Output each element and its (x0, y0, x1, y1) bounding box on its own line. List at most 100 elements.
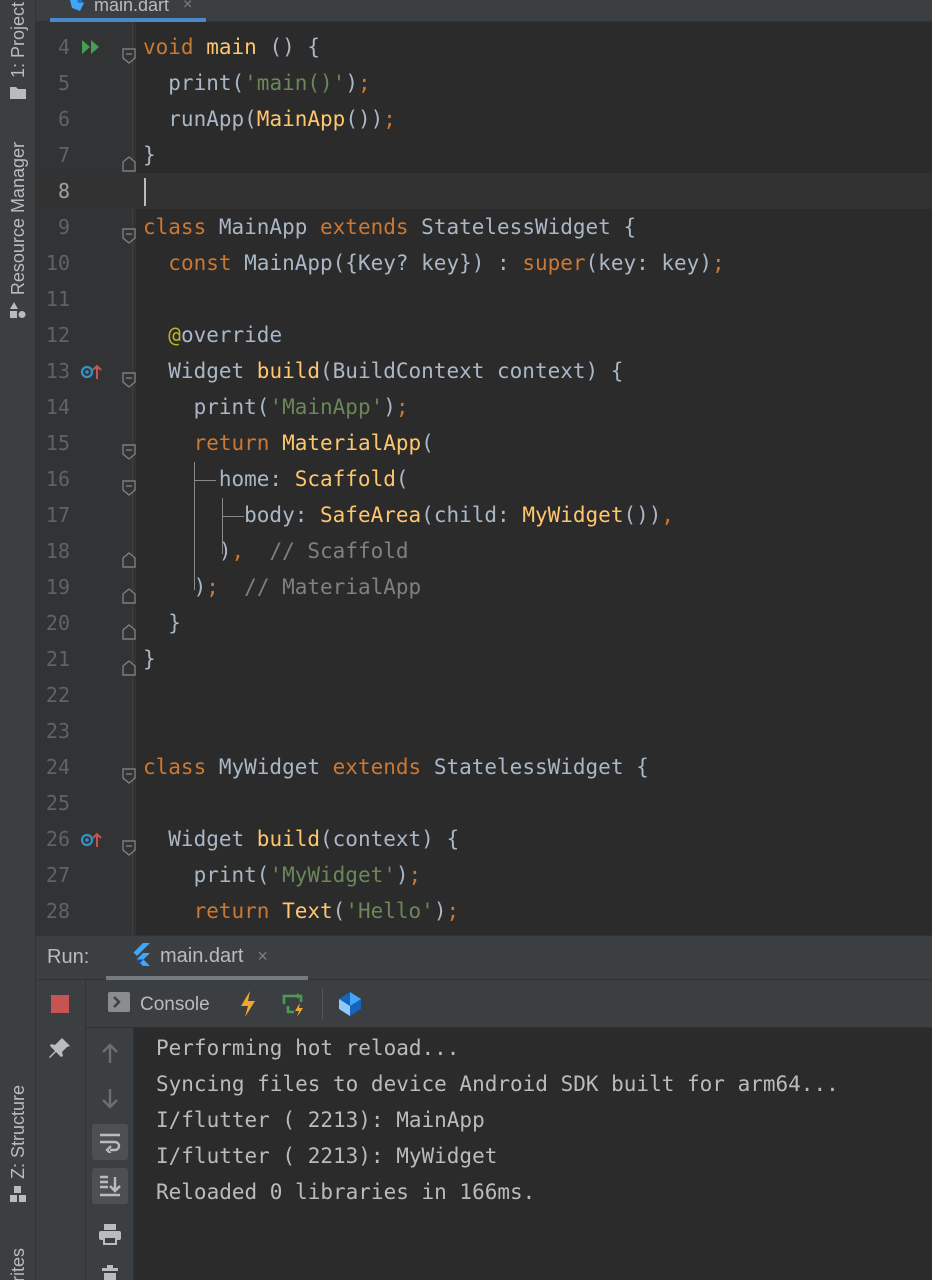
override-gutter-icon[interactable] (80, 353, 102, 389)
code-line[interactable]: 23 (36, 713, 932, 749)
favorites-tool-tab[interactable]: Favorites (0, 1248, 36, 1280)
line-number: 24 (45, 755, 70, 779)
line-number: 15 (45, 431, 70, 455)
print-icon[interactable] (92, 1216, 128, 1252)
pin-icon[interactable] (48, 1036, 72, 1065)
project-tab-label: 1: Project (7, 1, 28, 78)
fold-end-icon[interactable] (122, 651, 136, 676)
soft-wrap-icon[interactable] (92, 1124, 128, 1160)
fold-end-icon[interactable] (122, 579, 136, 604)
text-caret (144, 178, 146, 206)
line-number: 13 (45, 359, 70, 383)
stop-icon[interactable] (51, 995, 69, 1018)
run-tab-main-dart[interactable]: main.dart × (106, 936, 308, 980)
code-line[interactable]: 13 Widget build(BuildContext context) { (36, 353, 932, 389)
code-text: Widget build(context) { (143, 827, 460, 851)
override-gutter-icon[interactable] (80, 821, 102, 857)
close-icon[interactable]: × (183, 0, 192, 14)
console-output[interactable]: Performing hot reload... Syncing files to… (135, 1028, 932, 1280)
fold-collapse-icon[interactable] (122, 471, 136, 496)
line-number: 17 (45, 503, 70, 527)
code-line[interactable]: 19 ); // MaterialApp (36, 569, 932, 605)
scroll-to-end-icon[interactable] (92, 1168, 128, 1204)
tree-guide (194, 462, 195, 590)
fold-collapse-icon[interactable] (122, 831, 136, 856)
fold-collapse-icon[interactable] (122, 759, 136, 784)
resource-manager-tool-tab[interactable]: Resource Manager (0, 142, 36, 324)
structure-label: Z: Structure (7, 1085, 28, 1180)
code-line[interactable]: 10 const MainApp({Key? key}) : super(key… (36, 245, 932, 281)
line-number: 22 (45, 683, 70, 707)
hot-reload-icon[interactable] (234, 990, 262, 1018)
code-line[interactable]: 5 print('main()'); (36, 65, 932, 101)
code-line[interactable]: 20 } (36, 605, 932, 641)
code-line[interactable]: 26 Widget build(context) { (36, 821, 932, 857)
structure-tool-tab[interactable]: Z: Structure (0, 1085, 36, 1208)
console-line: Performing hot reload... (156, 1036, 460, 1060)
code-line[interactable]: 12 @override (36, 317, 932, 353)
code-text: return Text('Hello'); (193, 899, 460, 923)
code-line[interactable]: 16 home: Scaffold( (36, 461, 932, 497)
console-line: Reloaded 0 libraries in 166ms. (156, 1180, 536, 1204)
run-gutter-icon[interactable] (80, 29, 102, 65)
tree-guide (222, 516, 244, 517)
code-line[interactable]: 22 (36, 677, 932, 713)
code-text: void main () { (143, 35, 321, 59)
code-line[interactable]: 27 print('MyWidget'); (36, 857, 932, 893)
fold-end-icon[interactable] (122, 543, 136, 568)
code-line[interactable]: 18 ), // Scaffold (36, 533, 932, 569)
editor-tab-bar: main.dart × (36, 0, 932, 22)
line-number: 9 (57, 215, 70, 239)
code-text: print('MainApp'); (143, 395, 409, 419)
fold-end-icon[interactable] (122, 147, 136, 172)
code-line[interactable]: 8 (36, 173, 932, 209)
dart-devtools-icon[interactable] (336, 990, 364, 1018)
line-number: 14 (45, 395, 70, 419)
close-icon[interactable]: × (257, 946, 268, 967)
code-text: ), // Scaffold (143, 539, 409, 563)
code-line[interactable]: 7} (36, 137, 932, 173)
run-tab-label: main.dart (160, 944, 244, 967)
code-line[interactable]: 24 class MyWidget extends StatelessWidget… (36, 749, 932, 785)
code-text: return MaterialApp( (193, 431, 434, 455)
code-text: @override (168, 323, 283, 347)
code-line[interactable]: 15 return MaterialApp( (36, 425, 932, 461)
line-number: 25 (45, 791, 70, 815)
hot-restart-icon[interactable] (280, 990, 308, 1018)
code-line[interactable]: 17 body: SafeArea(child: MyWidget()), (36, 497, 932, 533)
folder-icon (9, 84, 27, 105)
line-number: 6 (57, 107, 70, 131)
fold-collapse-icon[interactable] (122, 219, 136, 244)
code-line[interactable]: 14 print('MainApp'); (36, 389, 932, 425)
code-line[interactable]: 21} (36, 641, 932, 677)
code-line[interactable]: 28 return Text('Hello'); (36, 893, 932, 929)
line-number: 7 (57, 143, 70, 167)
code-text: class MainApp extends StatelessWidget { (143, 215, 637, 239)
tree-guide (222, 498, 223, 554)
fold-collapse-icon[interactable] (122, 363, 136, 388)
fold-end-icon[interactable] (122, 615, 136, 640)
trash-icon[interactable] (92, 1258, 128, 1280)
console-line: I/flutter ( 2213): MainApp (156, 1108, 485, 1132)
code-text: home: Scaffold( (143, 467, 409, 491)
code-line[interactable]: 9 class MainApp extends StatelessWidget { (36, 209, 932, 245)
console-tab[interactable]: Console (108, 992, 210, 1017)
down-arrow-icon[interactable] (92, 1080, 128, 1116)
fold-collapse-icon[interactable] (122, 435, 136, 460)
editor-tab-main-dart[interactable]: main.dart × (50, 0, 206, 22)
code-text: print('main()'); (143, 71, 371, 95)
code-line[interactable]: 6 runApp(MainApp()); (36, 101, 932, 137)
code-line[interactable]: 11 (36, 281, 932, 317)
dart-file-icon (68, 0, 86, 17)
code-line[interactable]: 4 void main () { (36, 29, 932, 65)
project-tool-tab[interactable]: 1: Project (0, 0, 36, 105)
line-number: 11 (45, 287, 70, 311)
code-text: } (143, 611, 181, 635)
code-line[interactable]: 25 (36, 785, 932, 821)
line-number: 5 (57, 71, 70, 95)
code-text: } (143, 647, 156, 671)
code-editor[interactable]: 4 void main () {5 print('main()'); 6 runAp… (36, 22, 932, 935)
resource-manager-label: Resource Manager (7, 142, 28, 296)
fold-collapse-icon[interactable] (122, 39, 136, 64)
up-arrow-icon[interactable] (92, 1036, 128, 1072)
